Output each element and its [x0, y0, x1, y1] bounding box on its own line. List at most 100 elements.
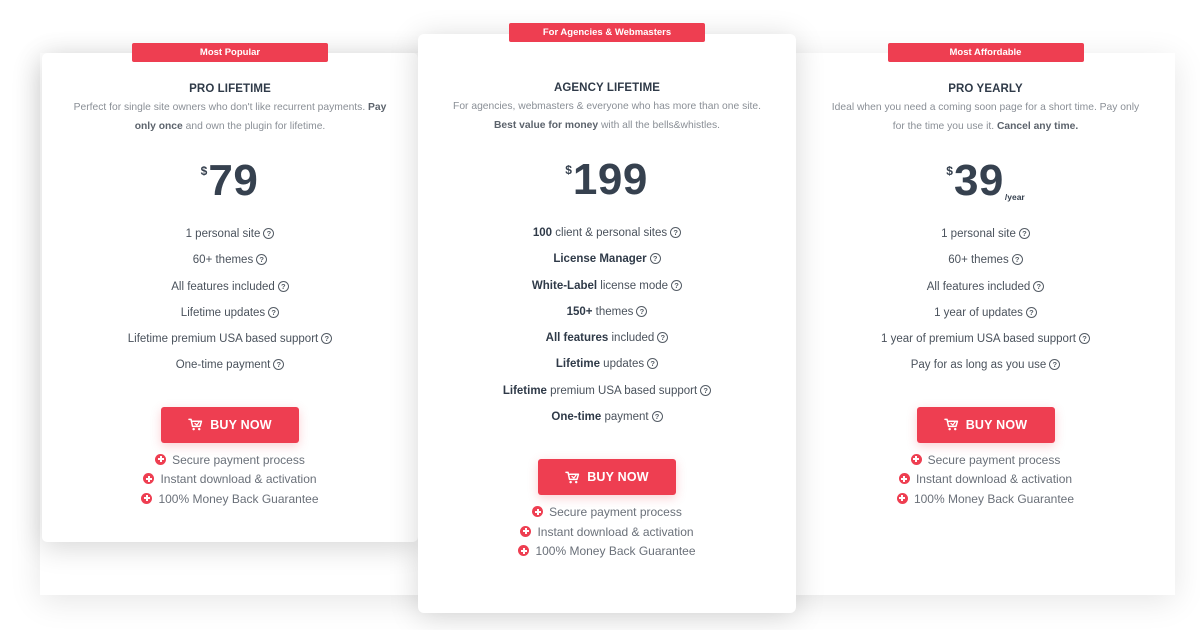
plus-circle-icon — [532, 506, 544, 518]
guarantee-text: Secure payment process — [549, 505, 682, 520]
plan-price: $ 199 — [418, 155, 796, 211]
feature-text: 60+ themes — [948, 254, 1009, 267]
help-icon[interactable]: ? — [277, 280, 289, 292]
feature-list: 100 client & personal sites? License Mana… — [418, 223, 796, 433]
plan-name: PRO LIFETIME — [189, 83, 271, 95]
guarantee-item: Instant download & activation — [796, 470, 1175, 490]
feature-highlight: Lifetime — [555, 358, 600, 371]
guarantee-text: Secure payment process — [927, 452, 1061, 467]
feature-list: 1 personal site? 60+ themes? All features … — [42, 224, 418, 382]
plus-circle-icon — [896, 492, 908, 504]
feature-item: Lifetime updates? — [42, 303, 418, 329]
feature-highlight: 150+ — [566, 305, 593, 318]
plan-price: $ 39 /year — [796, 156, 1175, 212]
feature-text: Pay for as long as you use — [910, 359, 1047, 372]
feature-item: Lifetime premium USA based support? — [418, 381, 796, 407]
feature-item: One-time payment? — [42, 355, 418, 381]
plan-price: $ 79 — [42, 156, 418, 212]
price-currency: $ — [200, 164, 208, 178]
help-icon[interactable]: ? — [321, 333, 333, 345]
feature-item: 60+ themes? — [42, 250, 418, 276]
cart-icon — [943, 418, 958, 431]
plus-circle-icon — [143, 473, 155, 485]
feature-list: 1 personal site? 60+ themes? All features … — [796, 224, 1175, 382]
plus-circle-icon — [898, 473, 910, 485]
help-icon[interactable]: ? — [1018, 228, 1030, 239]
help-icon[interactable]: ? — [268, 306, 280, 318]
description-highlight: Best value for money — [493, 120, 599, 131]
help-icon[interactable]: ? — [671, 279, 683, 291]
feature-text: included — [608, 332, 655, 345]
guarantee-item: 100% Money Back Guarantee — [42, 490, 418, 510]
feature-text: 1 personal site — [185, 228, 261, 240]
guarantee-list: Secure payment process Instant download &… — [42, 451, 418, 510]
plan-badge: Most Popular — [132, 43, 328, 62]
feature-text: 60+ themes — [192, 254, 254, 267]
feature-item: 1 year of premium USA based support? — [796, 329, 1175, 355]
buy-now-label: BUY NOW — [587, 470, 649, 485]
description-text: For agencies, webmasters & everyone who … — [453, 101, 761, 112]
plan-badge: For Agencies & Webmasters — [509, 23, 705, 42]
help-icon[interactable]: ? — [651, 411, 663, 423]
feature-item: All features included? — [796, 277, 1175, 303]
buy-now-button[interactable]: BUY NOW — [916, 406, 1055, 443]
feature-item: 60+ themes? — [796, 250, 1175, 276]
feature-text: license mode — [597, 279, 669, 292]
plan-card-pro-yearly: Most Affordable PRO YEARLY Ideal when yo… — [796, 43, 1175, 542]
cart-icon — [188, 418, 203, 431]
feature-text: All features included — [926, 280, 1031, 293]
help-icon[interactable]: ? — [1025, 306, 1037, 318]
help-icon[interactable]: ? — [1011, 254, 1023, 266]
plus-circle-icon — [141, 492, 153, 504]
help-icon[interactable]: ? — [670, 227, 682, 238]
plan-description: Ideal when you need a coming soon page f… — [826, 98, 1146, 136]
feature-item: License Manager? — [418, 249, 796, 275]
help-icon[interactable]: ? — [256, 254, 268, 266]
feature-text: 1 personal site — [941, 228, 1016, 240]
help-icon[interactable]: ? — [636, 305, 648, 317]
help-icon[interactable]: ? — [1049, 359, 1061, 371]
guarantee-text: Instant download & activation — [537, 524, 694, 539]
help-icon[interactable]: ? — [700, 384, 712, 396]
feature-text: client & personal sites — [552, 227, 668, 239]
description-text: Ideal when you need a coming soon page f… — [831, 102, 1140, 132]
help-icon[interactable]: ? — [1078, 333, 1090, 345]
guarantee-item: Secure payment process — [796, 451, 1175, 471]
plan-card-agency-lifetime: For Agencies & Webmasters AGENCY LIFETIM… — [418, 23, 796, 613]
guarantee-item: 100% Money Back Guarantee — [418, 542, 796, 562]
price-amount: 39 — [953, 156, 1004, 205]
guarantee-list: Secure payment process Instant download &… — [418, 503, 796, 562]
description-text: with all the bells&whistles. — [598, 120, 721, 131]
feature-text: updates — [599, 358, 645, 371]
price-period: /year — [1004, 192, 1025, 202]
buy-now-label: BUY NOW — [965, 417, 1028, 432]
buy-now-button[interactable]: BUY NOW — [161, 406, 299, 443]
description-text: and own the plugin for lifetime. — [182, 121, 326, 132]
feature-item: Lifetime premium USA based support? — [42, 329, 418, 355]
help-icon[interactable]: ? — [273, 359, 285, 371]
help-icon[interactable]: ? — [657, 332, 669, 344]
help-icon[interactable]: ? — [647, 358, 659, 370]
feature-text: 1 year of premium USA based support — [881, 333, 1076, 346]
plus-circle-icon — [518, 545, 530, 557]
help-icon[interactable]: ? — [1033, 280, 1045, 292]
price-currency: $ — [946, 164, 953, 178]
feature-text: Lifetime premium USA based support — [127, 333, 319, 346]
plan-badge: Most Affordable — [887, 43, 1084, 62]
buy-now-button[interactable]: BUY NOW — [538, 459, 676, 496]
feature-text: 1 year of updates — [934, 306, 1023, 319]
plan-name: PRO YEARLY — [948, 83, 1023, 95]
guarantee-text: 100% Money Back Guarantee — [158, 491, 319, 506]
guarantee-text: Instant download & activation — [160, 472, 317, 487]
plus-circle-icon — [520, 525, 532, 537]
plan-description: Perfect for single site owners who don't… — [70, 98, 390, 136]
help-icon[interactable]: ? — [649, 253, 661, 265]
feature-item: Lifetime updates? — [418, 354, 796, 380]
feature-highlight: Lifetime — [502, 384, 547, 397]
feature-highlight: All features — [545, 332, 609, 345]
plus-circle-icon — [155, 453, 167, 465]
guarantee-item: 100% Money Back Guarantee — [796, 490, 1175, 510]
feature-item: 1 year of updates? — [796, 303, 1175, 329]
feature-highlight: One-time — [551, 411, 602, 424]
help-icon[interactable]: ? — [263, 228, 275, 239]
